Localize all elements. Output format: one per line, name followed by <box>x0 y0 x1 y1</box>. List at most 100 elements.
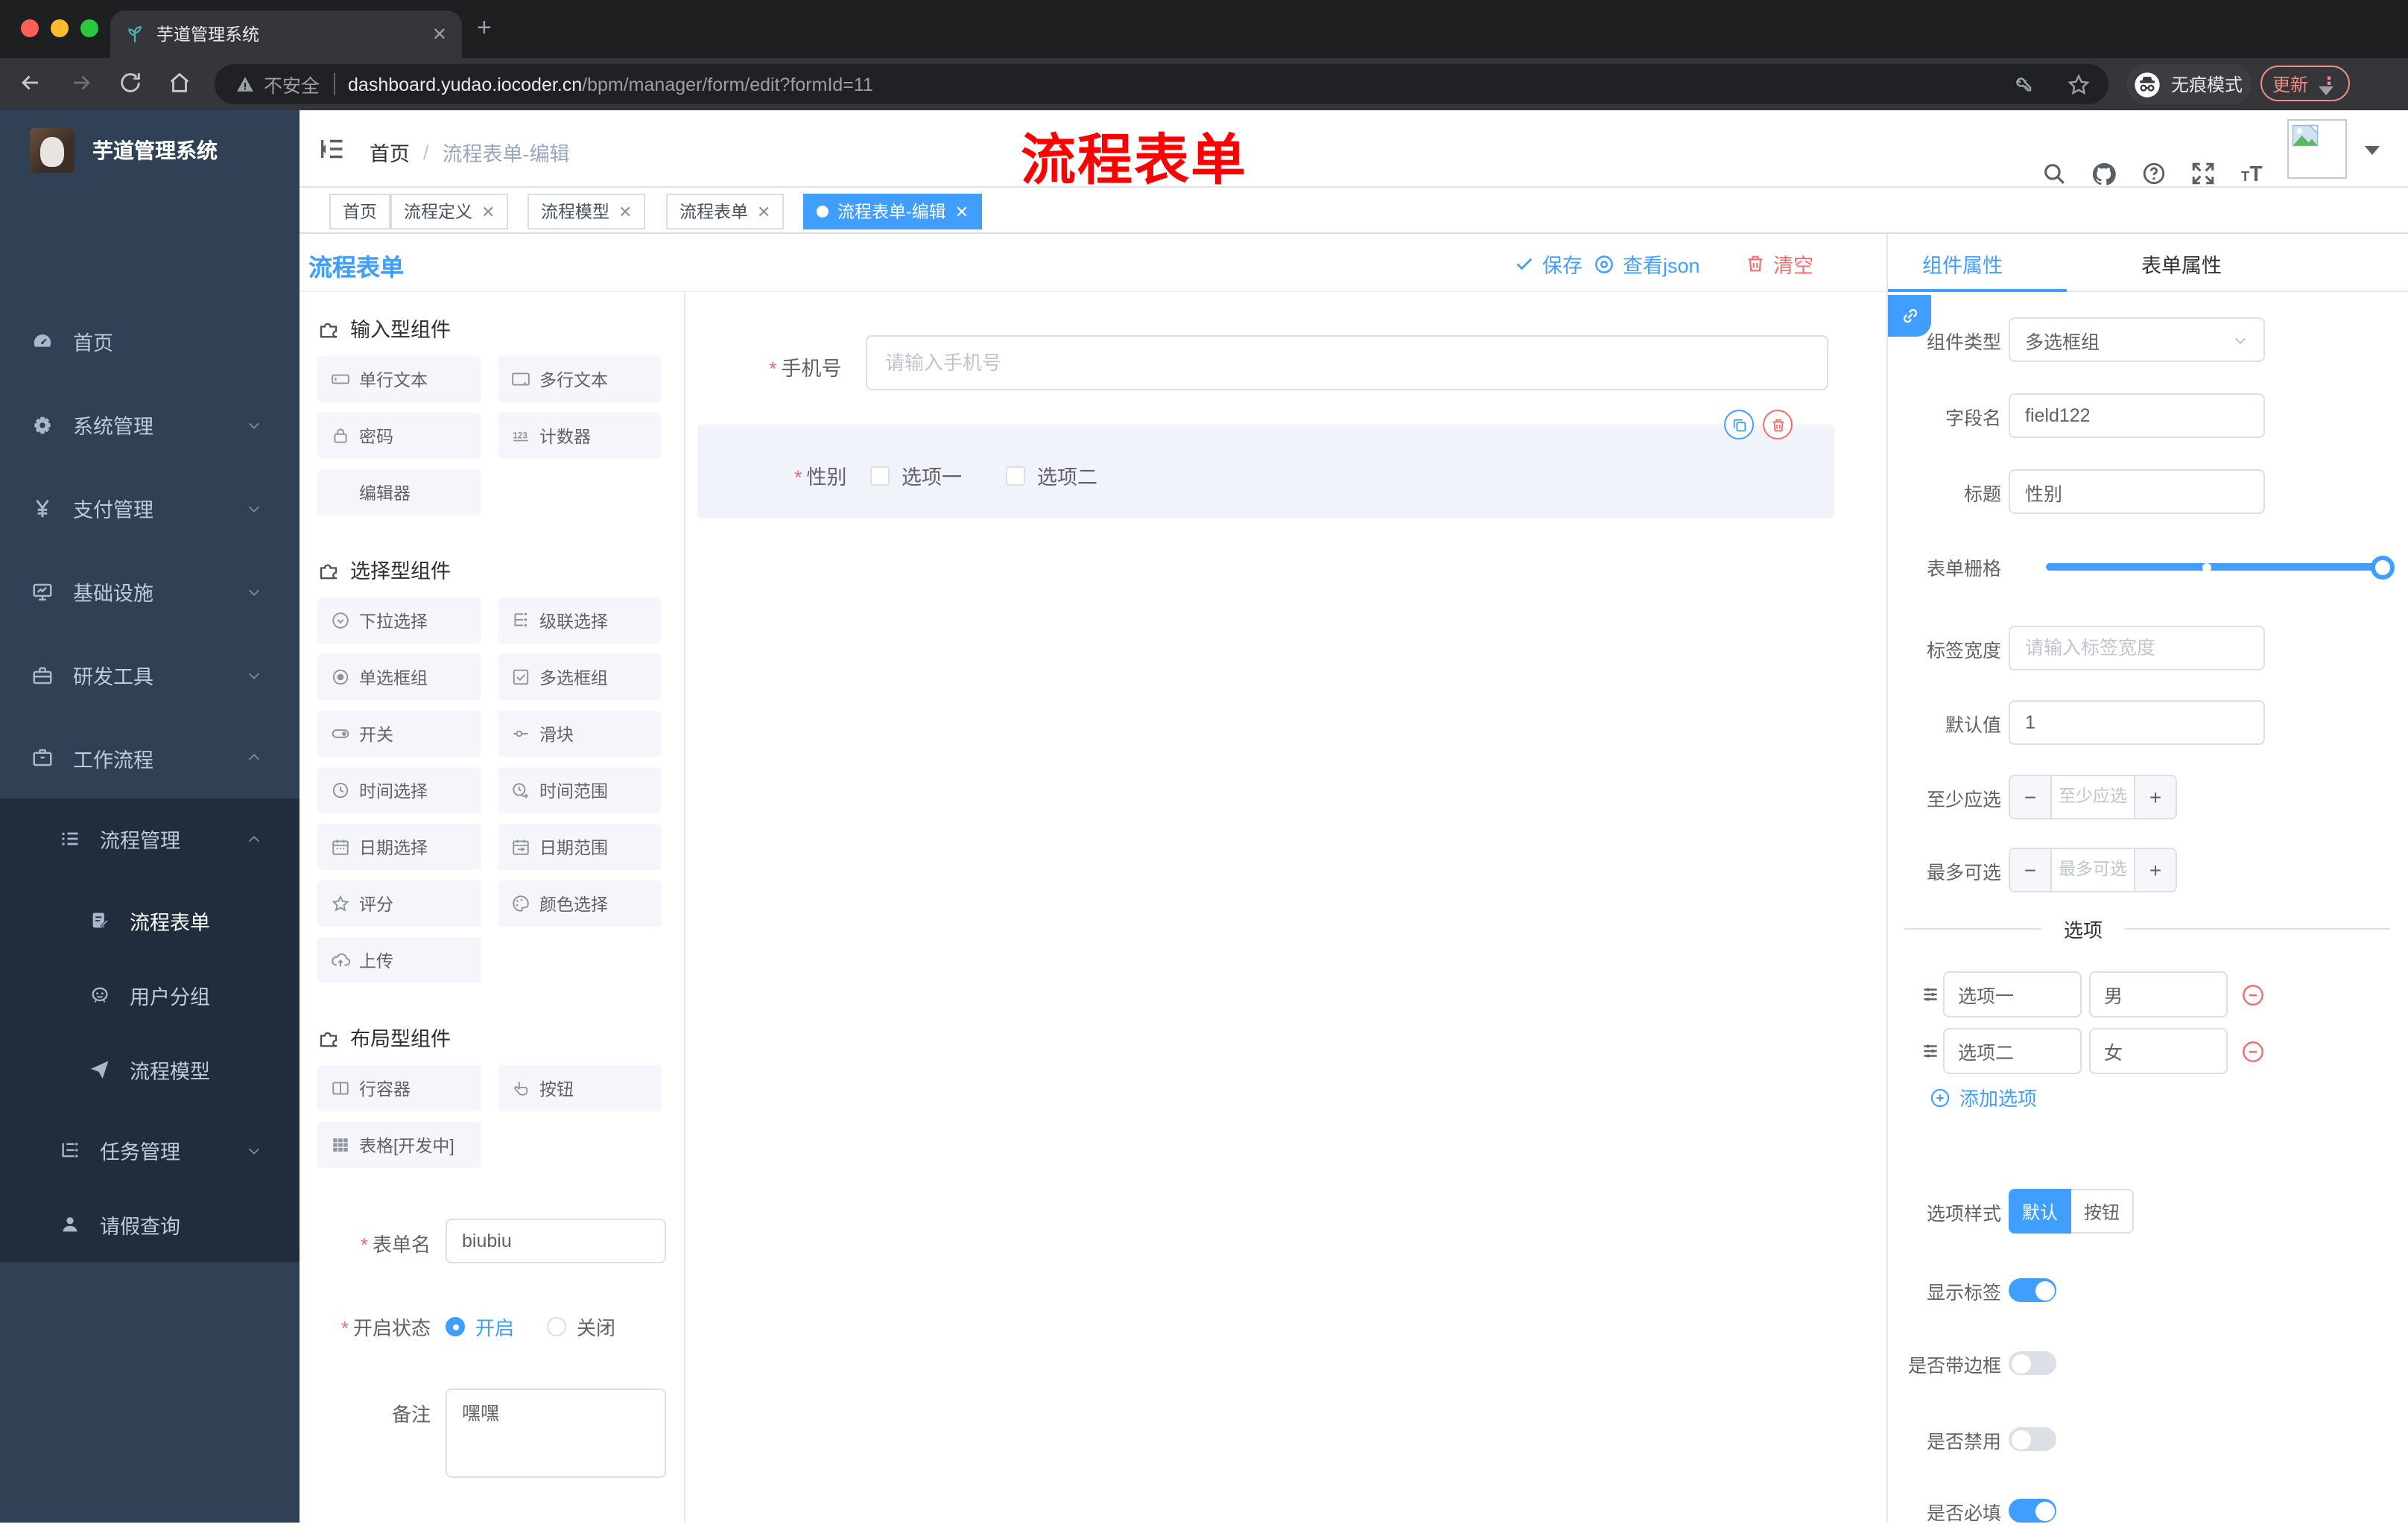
status-off-radio[interactable]: 关闭 <box>547 1313 615 1341</box>
bookmark-star-icon[interactable] <box>2067 72 2091 96</box>
max-select-input[interactable] <box>2050 849 2135 891</box>
tag-close-icon[interactable]: ✕ <box>618 202 632 221</box>
clear-button[interactable]: 清空 <box>1745 249 1813 279</box>
address-bar[interactable]: 不安全 dashboard.yudao.iocoder.cn/bpm/manag… <box>215 64 2108 104</box>
new-tab-button[interactable]: + <box>477 15 492 40</box>
tag-process-form-edit[interactable]: 流程表单-编辑 ✕ <box>803 194 983 229</box>
tag-process-form[interactable]: 流程表单 ✕ <box>666 194 785 229</box>
search-icon[interactable] <box>2041 161 2067 186</box>
disabled-toggle[interactable] <box>2009 1427 2056 1451</box>
title-input[interactable] <box>2009 469 2265 514</box>
sidebar-item-process-model[interactable]: 流程模型 <box>0 1032 300 1107</box>
save-button[interactable]: 保存 <box>1514 249 1582 279</box>
forward-icon[interactable] <box>69 70 94 95</box>
phone-field-input[interactable] <box>866 335 1828 390</box>
checkbox-icon[interactable] <box>1006 466 1025 485</box>
form-name-input[interactable] <box>446 1219 666 1263</box>
comp-upload[interactable]: 上传 <box>317 937 481 983</box>
min-select-input[interactable] <box>2050 776 2135 818</box>
avatar[interactable] <box>2287 119 2347 179</box>
sidebar-item-infrastructure[interactable]: 基础设施 <box>0 550 300 633</box>
tag-close-icon[interactable]: ✕ <box>757 202 770 221</box>
chrome-caret-icon[interactable] <box>2319 86 2333 95</box>
view-json-button[interactable]: 查看json <box>1593 249 1700 279</box>
sidebar-item-task-mgmt[interactable]: 任务管理 <box>0 1113 300 1187</box>
drag-handle-icon[interactable] <box>1921 985 1940 1004</box>
stepper-increase-button[interactable]: + <box>2135 849 2176 891</box>
comp-select[interactable]: 下拉选择 <box>317 597 481 644</box>
checkbox-icon[interactable] <box>870 466 890 485</box>
comp-time-range[interactable]: 时间范围 <box>498 767 662 813</box>
reload-icon[interactable] <box>118 70 143 95</box>
delete-component-button[interactable] <box>1763 410 1793 439</box>
comp-multi-line-text[interactable]: 多行文本 <box>498 356 662 402</box>
comp-date-picker[interactable]: 日期选择 <box>317 824 481 870</box>
slider-handle[interactable] <box>2371 555 2395 579</box>
tab-close-icon[interactable]: ✕ <box>432 24 447 45</box>
comp-rate[interactable]: 评分 <box>317 880 481 927</box>
tag-close-icon[interactable]: ✕ <box>481 202 495 221</box>
tag-home[interactable]: 首页 <box>329 194 390 229</box>
remove-option-icon[interactable] <box>2241 983 2265 1006</box>
form-remark-textarea[interactable]: 嘿嘿 <box>446 1388 666 1478</box>
comp-button[interactable]: 按钮 <box>498 1065 662 1111</box>
remove-option-icon[interactable] <box>2241 1039 2265 1063</box>
add-option-button[interactable]: 添加选项 <box>1930 1083 2037 1111</box>
comp-date-range[interactable]: 日期范围 <box>498 824 662 870</box>
home-icon[interactable] <box>167 70 192 95</box>
selected-component-row[interactable]: 性别 选项一 选项二 <box>697 410 1834 518</box>
comp-switch[interactable]: 开关 <box>317 711 481 757</box>
comp-radio-group[interactable]: 单选框组 <box>317 654 481 700</box>
tag-process-model[interactable]: 流程模型 ✕ <box>527 194 646 229</box>
option-label-input[interactable] <box>1943 1028 2082 1074</box>
tag-close-icon[interactable]: ✕ <box>955 202 969 221</box>
drag-handle-icon[interactable] <box>1921 1041 1940 1061</box>
sidebar-item-user-groups[interactable]: 用户分组 <box>0 958 300 1032</box>
sidebar-item-workflow[interactable]: 工作流程 <box>0 717 300 799</box>
comp-time-picker[interactable]: 时间选择 <box>317 767 481 813</box>
window-close-button[interactable] <box>21 19 39 37</box>
fullscreen-icon[interactable] <box>2190 161 2216 186</box>
tag-process-definition[interactable]: 流程定义 ✕ <box>390 194 509 229</box>
sidebar-item-process-form[interactable]: 流程表单 <box>0 883 300 958</box>
label-width-input[interactable] <box>2009 626 2265 670</box>
github-icon[interactable] <box>2091 161 2117 188</box>
sidebar-item-payment[interactable]: 支付管理 <box>0 466 300 550</box>
show-label-toggle[interactable] <box>2009 1278 2056 1302</box>
sidebar-item-process-mgmt[interactable]: 流程管理 <box>0 802 300 876</box>
comp-editor[interactable]: 编辑器 <box>317 469 481 515</box>
help-icon[interactable] <box>2141 161 2167 186</box>
option-value-input[interactable] <box>2089 971 2228 1018</box>
comp-checkbox-group[interactable]: 多选框组 <box>498 654 662 700</box>
sidebar-item-devtools[interactable]: 研发工具 <box>0 633 300 717</box>
window-zoom-button[interactable] <box>80 19 98 37</box>
sidebar-fold-icon[interactable] <box>319 136 346 162</box>
component-type-select[interactable]: 多选框组 <box>2009 317 2265 362</box>
option-value-input[interactable] <box>2089 1028 2228 1074</box>
browser-tab[interactable]: 芋道管理系统 ✕ <box>110 10 462 58</box>
comp-color-picker[interactable]: 颜色选择 <box>498 880 662 927</box>
stepper-decrease-button[interactable]: − <box>2010 776 2050 818</box>
style-default-button[interactable]: 默认 <box>2009 1189 2071 1234</box>
tab-component-props[interactable]: 组件属性 <box>1922 249 2003 279</box>
sidebar-item-leave-query[interactable]: 请假查询 <box>0 1187 300 1262</box>
stepper-decrease-button[interactable]: − <box>2010 849 2050 891</box>
status-on-radio[interactable]: 开启 <box>446 1313 514 1341</box>
sidebar-item-home[interactable]: 首页 <box>0 299 300 383</box>
avatar-caret-icon[interactable] <box>2365 146 2380 155</box>
style-button-button[interactable]: 按钮 <box>2071 1189 2134 1234</box>
back-icon[interactable] <box>18 70 43 95</box>
comp-single-line-text[interactable]: 单行文本 <box>317 356 481 402</box>
comp-row-container[interactable]: 行容器 <box>317 1065 481 1111</box>
breadcrumb-home[interactable]: 首页 <box>370 137 410 167</box>
copy-component-button[interactable] <box>1724 410 1754 439</box>
comp-password[interactable]: 密码 <box>317 413 481 459</box>
window-minimize-button[interactable] <box>51 19 69 37</box>
sidebar-item-system[interactable]: 系统管理 <box>0 383 300 466</box>
slider-track[interactable] <box>2046 563 2395 571</box>
update-button[interactable]: 更新 ⋮ <box>2260 66 2350 101</box>
option-label-input[interactable] <box>1943 971 2082 1018</box>
sidebar-logo[interactable]: 芋道管理系统 <box>0 110 300 191</box>
comp-table[interactable]: 表格[开发中] <box>317 1122 481 1168</box>
stepper-increase-button[interactable]: + <box>2135 776 2176 818</box>
